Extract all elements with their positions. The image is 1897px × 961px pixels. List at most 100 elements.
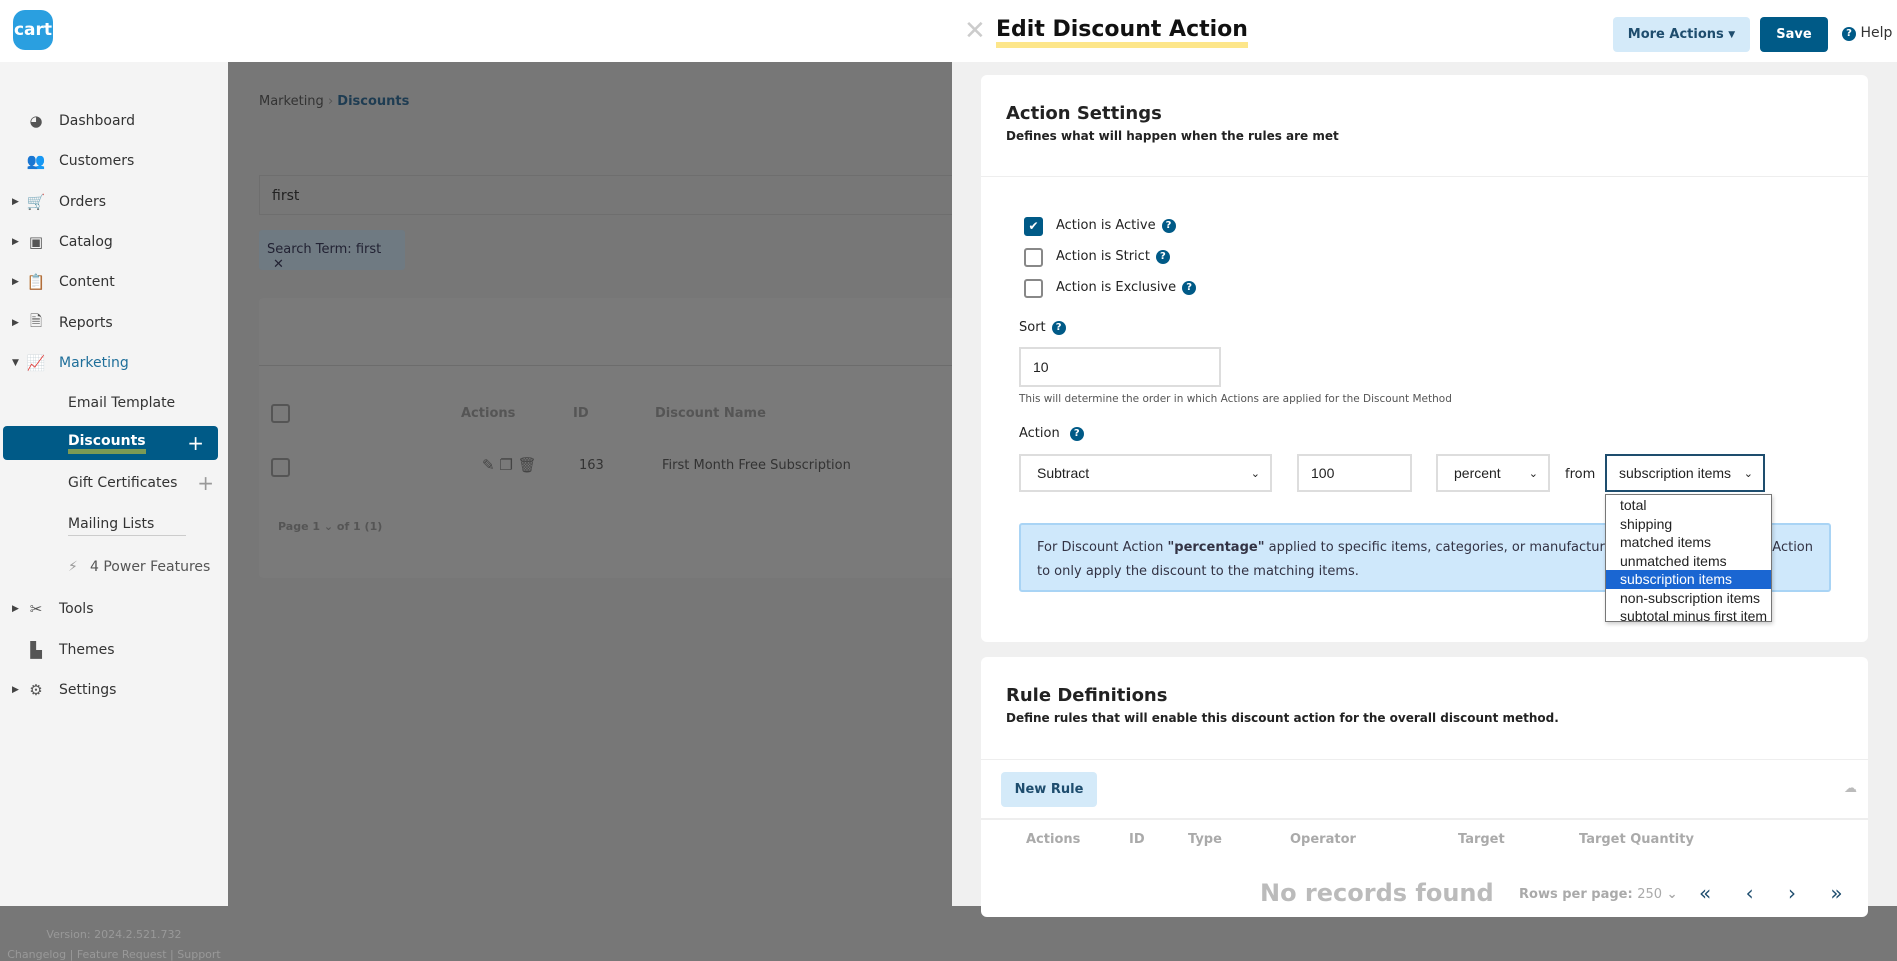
sidebar: ◕ Dashboard 👥 Customers ▶ 🛒 Orders ▶ ▣ Catalog ▶ 📋 C…	[0, 62, 228, 961]
new-rule-button[interactable]: New Rule	[1001, 772, 1097, 807]
nav-label: Gift Certificates	[68, 475, 178, 491]
sidebar-item-settings-icon: ⚙	[29, 681, 43, 699]
chip-label: Search Term: first	[267, 242, 382, 257]
sidebar-item-tools[interactable]: ▶ ✂ Tools	[0, 592, 228, 626]
checkbox-action-is-active[interactable]: ✔	[1024, 217, 1043, 236]
edit-icon[interactable]: ✎	[482, 456, 495, 474]
sidebar-item-email-template[interactable]: Email Template	[0, 386, 228, 420]
sidebar-item-orders[interactable]: ▶ 🛒 Orders	[0, 185, 228, 219]
last-page-icon[interactable]: »	[1830, 881, 1842, 905]
cloud-download-icon[interactable]: ☁	[1844, 781, 1857, 796]
sidebar-item-customers[interactable]: 👥 Customers	[0, 144, 228, 178]
amount-input[interactable]: 100	[1297, 454, 1412, 492]
expand-caret-icon[interactable]: ▶	[12, 277, 19, 287]
more-actions-button[interactable]: More Actions ▼	[1613, 17, 1750, 52]
nav-label: Discounts	[68, 433, 146, 454]
row-checkbox[interactable]	[271, 458, 290, 477]
lightning-icon: ⚡	[68, 559, 78, 575]
sort-help-text: This will determine the order in which A…	[1019, 393, 1452, 405]
breadcrumb-marketing[interactable]: Marketing	[259, 94, 324, 109]
expand-caret-icon[interactable]: ▶	[12, 197, 19, 207]
add-icon[interactable]: +	[187, 431, 204, 455]
section-subtitle: Define rules that will enable this disco…	[1006, 711, 1559, 725]
discounts-table: Actions ID Discount Name ✎ ❐ 🗑 163 First…	[259, 298, 959, 578]
sidebar-item-content[interactable]: ▶ 📋 Content	[0, 265, 228, 299]
help-icon[interactable]: ?	[1051, 321, 1066, 335]
section-title: Action Settings	[1006, 103, 1162, 124]
nav-label: Customers	[59, 153, 135, 169]
footer-links[interactable]: Changelog | Feature Request | Support	[0, 948, 228, 961]
add-icon[interactable]: +	[197, 471, 214, 495]
sidebar-item-themes[interactable]: ▙ Themes	[0, 633, 228, 667]
sidebar-item-marketing-icon: 📈	[26, 354, 46, 372]
col-header: Target Quantity	[1579, 832, 1694, 847]
search-term-chip[interactable]: Search Term: first ✕	[259, 230, 405, 272]
select-all-checkbox[interactable]	[271, 404, 290, 423]
operation-select[interactable]: Subtract ⌄	[1019, 454, 1272, 492]
chevron-down-icon: ⌄	[1528, 467, 1538, 480]
dropdown-option[interactable]: subtotal minus first item	[1606, 607, 1771, 626]
expand-caret-icon[interactable]: ▶	[12, 604, 19, 614]
sidebar-item-reports[interactable]: ▶ 🗎 Reports	[0, 306, 228, 340]
sort-input[interactable]: 10	[1019, 347, 1221, 387]
power-features-link[interactable]: ⚡ 4 Power Features	[0, 550, 228, 584]
nav-label: Settings	[59, 682, 117, 698]
dropdown-option[interactable]: non-subscription items	[1606, 589, 1771, 608]
dropdown-option[interactable]: shipping	[1606, 515, 1771, 534]
help-icon[interactable]: ?	[1182, 281, 1197, 295]
dropdown-option[interactable]: matched items	[1606, 533, 1771, 552]
target-dropdown-list: total shipping matched items unmatched item…	[1605, 494, 1772, 624]
save-button[interactable]: Save	[1760, 17, 1828, 52]
expand-caret-icon[interactable]: ▶	[12, 685, 19, 695]
unit-select[interactable]: percent ⌄	[1436, 454, 1550, 492]
help-icon: ?	[1842, 27, 1856, 41]
nav-label: Marketing	[59, 355, 129, 371]
remove-chip-icon[interactable]: ✕	[273, 257, 284, 272]
row-id: 163	[579, 458, 604, 473]
rule-definitions-card: Rule Definitions Define rules that will …	[981, 657, 1868, 917]
help-link[interactable]: ? Help	[1836, 25, 1892, 41]
next-page-icon[interactable]: ›	[1788, 881, 1796, 905]
dropdown-option[interactable]: unmatched items	[1606, 552, 1771, 571]
sidebar-item-gift-certificates[interactable]: Gift Certificates +	[0, 466, 228, 500]
cart-logo[interactable]: cart	[13, 10, 53, 50]
checkbox-action-is-exclusive[interactable]	[1024, 279, 1043, 298]
panel-title: Edit Discount Action	[996, 17, 1248, 48]
sidebar-item-customers-icon: 👥	[26, 152, 46, 170]
help-icon[interactable]: ?	[1069, 427, 1084, 441]
close-icon[interactable]: ✕	[964, 16, 986, 46]
nav-label: Catalog	[59, 234, 113, 250]
search-input[interactable]: first	[259, 175, 959, 215]
expand-caret-icon[interactable]: ▶	[12, 237, 19, 247]
col-header: ID	[1129, 832, 1145, 847]
sidebar-item-dashboard[interactable]: ◕ Dashboard	[0, 104, 228, 138]
prev-page-icon[interactable]: ‹	[1746, 881, 1754, 905]
delete-icon[interactable]: 🗑	[518, 456, 537, 474]
chevron-down-icon: ⌄	[1250, 467, 1260, 480]
row-discount-name[interactable]: First Month Free Subscription	[662, 458, 851, 473]
sidebar-item-discounts[interactable]: Discounts +	[3, 426, 218, 460]
nav-label: Email Template	[68, 395, 176, 411]
empty-message: No records found	[1260, 879, 1494, 907]
col-header: Type	[1188, 832, 1222, 847]
nav-label: Orders	[59, 194, 107, 210]
first-page-icon[interactable]: «	[1699, 881, 1711, 905]
sidebar-item-settings[interactable]: ▶ ⚙ Settings	[0, 673, 228, 707]
dropdown-option[interactable]: total	[1606, 496, 1771, 515]
pager[interactable]: Page 1 ⌄ of 1 (1)	[278, 520, 382, 533]
rows-per-page[interactable]: Rows per page: 250 ⌄	[1519, 887, 1677, 902]
checkbox-label: Action is Active?	[1056, 218, 1176, 233]
target-select[interactable]: subscription items ⌄	[1605, 454, 1765, 492]
col-header: Operator	[1290, 832, 1356, 847]
sidebar-item-catalog[interactable]: ▶ ▣ Catalog	[0, 225, 228, 259]
expand-caret-icon[interactable]: ▼	[12, 358, 19, 368]
dropdown-option[interactable]: subscription items	[1606, 570, 1771, 589]
copy-icon[interactable]: ❐	[499, 456, 512, 474]
col-discount-name: Discount Name	[655, 406, 766, 421]
expand-caret-icon[interactable]: ▶	[12, 318, 19, 328]
checkbox-action-is-strict[interactable]	[1024, 248, 1043, 267]
help-icon[interactable]: ?	[1161, 219, 1176, 233]
nav-label: Mailing Lists	[68, 516, 155, 532]
sidebar-item-marketing[interactable]: ▼ 📈 Marketing	[0, 346, 228, 380]
help-icon[interactable]: ?	[1155, 250, 1170, 264]
